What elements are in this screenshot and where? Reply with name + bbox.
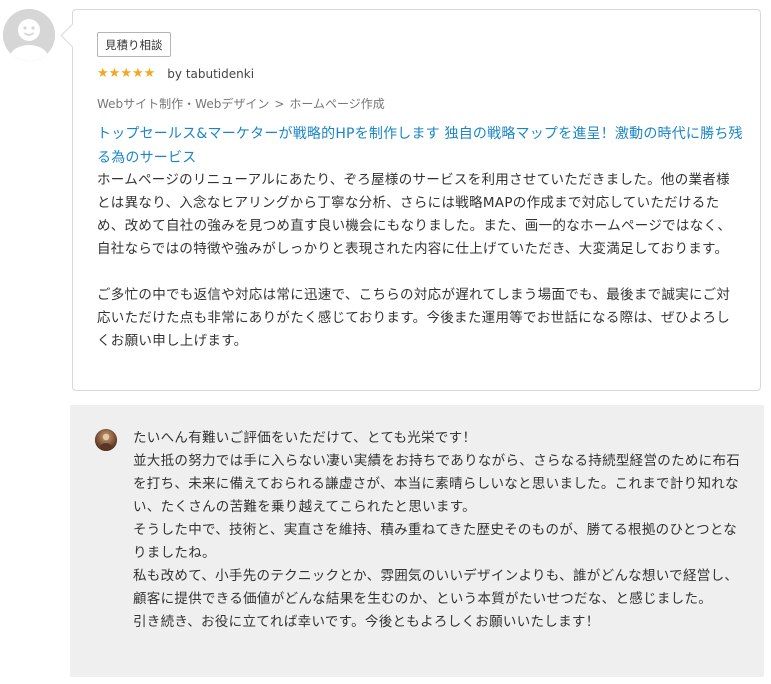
reply-line: 並大抵の努力では手に入らない凄い実績をお持ちでありながら、さらなる持続型経営のた… (133, 453, 741, 515)
card-pointer (60, 23, 85, 48)
reply-line: たいへん有難いご評価をいただけて、とても光栄です！ (133, 430, 477, 446)
reply-text: たいへん有難いご評価をいただけて、とても光栄です！ 並大抵の努力では手に入らない… (133, 427, 745, 634)
star-icon: ★ (143, 66, 156, 81)
reviewer-avatar-icon (3, 9, 55, 61)
reply-line: そうした中で、技術と、実直さを維持、積み重ねてきた歴史そのものが、勝てる根拠のひ… (133, 522, 738, 561)
service-title-link[interactable]: トップセールス&マーケターが戦略的HPを制作します 独自の戦略マップを進呈！激動… (97, 122, 745, 170)
review-body: ホームページのリニューアルにあたり、ぞろ屋様のサービスを利用させていただきました… (97, 169, 743, 353)
seller-reply: たいへん有難いご評価をいただけて、とても光栄です！ 並大抵の努力では手に入らない… (70, 405, 764, 677)
reply-line: 私も改めて、小手先のテクニックとか、雰囲気のいいデザインよりも、誰がどんな想いで… (133, 568, 739, 607)
review-card: 見積り相談 ★ ★ ★ ★ ★ by tabutidenki Webサイト制作・… (60, 9, 761, 391)
review-paragraph: ホームページのリニューアルにあたり、ぞろ屋様のサービスを利用させていただきました… (97, 172, 732, 257)
review-paragraph: ご多忙の中でも返信や対応は常に迅速で、こちらの対応が遅れてしまう場面でも、最後ま… (97, 287, 731, 349)
star-rating: ★ ★ ★ ★ ★ (97, 66, 155, 82)
star-icon: ★ (131, 66, 144, 81)
breadcrumb: Webサイト制作・Webデザイン > ホームページ作成 (97, 96, 385, 112)
breadcrumb-subcategory[interactable]: ホームページ作成 (289, 97, 384, 111)
review-tag: 見積り相談 (97, 32, 171, 57)
breadcrumb-separator: > (274, 97, 285, 111)
review-author: by tabutidenki (167, 67, 255, 81)
seller-avatar-icon (95, 429, 117, 451)
star-icon: ★ (108, 66, 121, 81)
star-icon: ★ (97, 66, 109, 81)
rating-row: ★ ★ ★ ★ ★ by tabutidenki (97, 66, 254, 82)
breadcrumb-category[interactable]: Webサイト制作・Webデザイン (97, 97, 269, 111)
star-icon: ★ (120, 66, 132, 81)
reply-line: 引き続き、お役に立てれば幸いです。今後ともよろしくお願いいたします！ (133, 614, 600, 630)
